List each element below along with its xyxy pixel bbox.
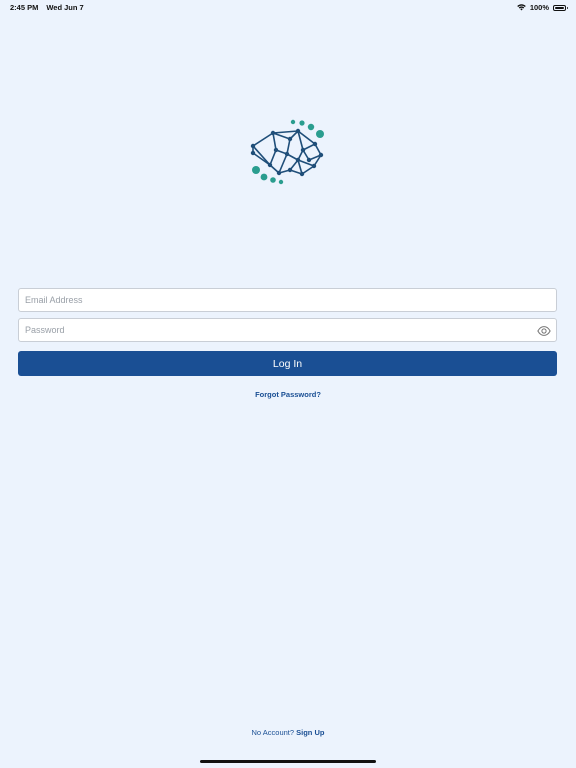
battery-icon xyxy=(553,4,568,11)
status-time: 2:45 PM xyxy=(10,3,39,12)
home-indicator[interactable] xyxy=(200,760,376,763)
status-bar: 2:45 PM Wed Jun 7 100% xyxy=(0,0,576,16)
signup-row: No Account? Sign Up xyxy=(0,728,576,737)
battery-percent: 100% xyxy=(529,3,549,12)
signup-prompt: No Account? xyxy=(251,728,297,737)
eye-icon[interactable] xyxy=(537,324,551,338)
login-button[interactable]: Log In xyxy=(18,351,557,376)
password-input[interactable] xyxy=(19,319,556,341)
forgot-password-link[interactable]: Forgot Password? xyxy=(0,390,576,399)
battery-fill xyxy=(555,6,564,9)
email-field[interactable] xyxy=(18,288,557,312)
status-left: 2:45 PM Wed Jun 7 xyxy=(10,3,84,12)
email-input[interactable] xyxy=(19,289,556,311)
password-field[interactable] xyxy=(18,318,557,342)
wifi-icon xyxy=(517,4,526,11)
signup-link[interactable]: Sign Up xyxy=(296,728,324,737)
status-right: 100% xyxy=(517,3,568,12)
status-date: Wed Jun 7 xyxy=(46,3,84,12)
brain-network-logo xyxy=(250,119,324,185)
